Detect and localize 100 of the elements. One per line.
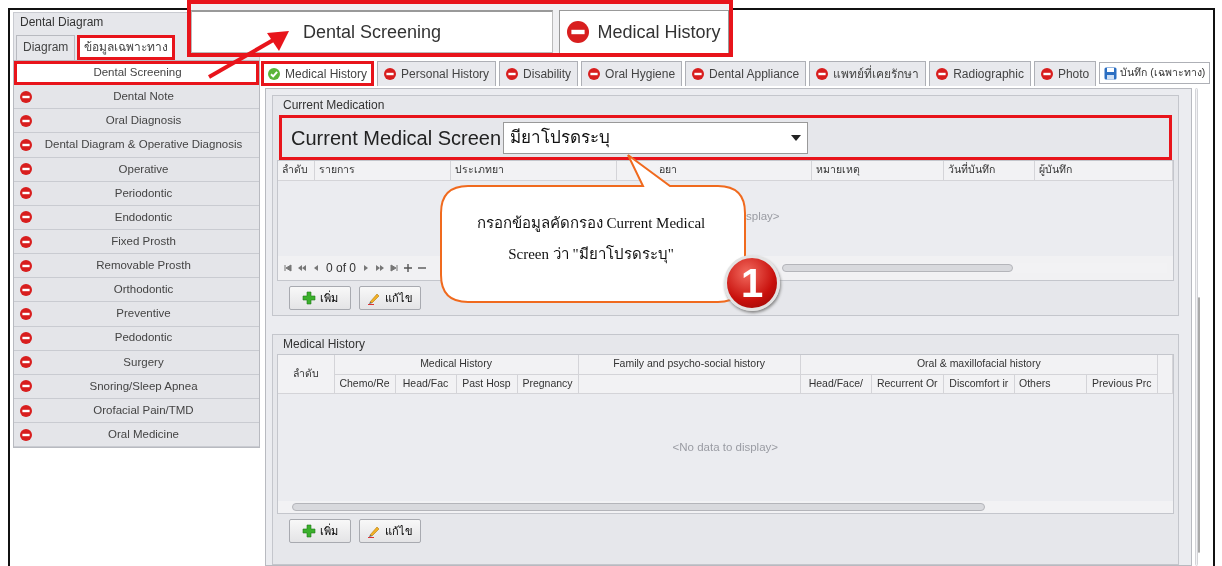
no-entry-icon <box>20 90 32 103</box>
empty-message: <No data to display> <box>672 441 779 454</box>
panel-tab[interactable]: ข้อมูลเฉพาะทาง <box>77 35 176 60</box>
section-tab[interactable]: Dental Appliance <box>685 61 807 86</box>
no-entry-icon <box>1040 68 1053 80</box>
first-page-icon[interactable] <box>284 264 292 272</box>
item-label: Oral Diagnosis <box>104 113 183 129</box>
horizontal-scrollbar[interactable] <box>278 501 1173 513</box>
vertical-scrollbar[interactable] <box>1194 88 1198 566</box>
column-header: หมายเหตุ <box>811 161 944 180</box>
section-tab[interactable]: Disability <box>499 61 579 86</box>
column-header: ลำดับ <box>278 355 334 393</box>
no-entry-icon <box>936 68 949 80</box>
sidebar-item[interactable]: Snoring/Sleep Apnea <box>14 374 259 399</box>
plus-icon <box>302 524 316 538</box>
item-label: Operative <box>117 161 170 177</box>
fast-forward-icon[interactable] <box>376 264 385 272</box>
screen-dropdown[interactable]: มียาโปรดระบุ <box>503 121 808 154</box>
item-label: Dental Diagram & Operative Diagnosis <box>43 137 244 153</box>
sidebar-item[interactable]: Removable Prosth <box>14 254 259 279</box>
sidebar-item[interactable]: Dental Note <box>14 85 259 110</box>
add-button[interactable]: เพิ่ม <box>289 519 351 543</box>
edit-button[interactable]: แก้ไข <box>359 286 421 310</box>
column-header: ลำดับ <box>278 161 315 180</box>
sidebar-item[interactable]: Periodontic <box>14 181 259 206</box>
item-label: Fixed Prosth <box>110 233 177 249</box>
column-group-header: Oral & maxillofacial history <box>800 355 1158 374</box>
no-entry-icon <box>20 187 32 200</box>
item-label: Dental Screening <box>92 64 183 80</box>
no-entry-icon <box>20 356 32 369</box>
rewind-icon[interactable] <box>298 264 306 272</box>
add-icon[interactable] <box>404 264 413 272</box>
no-entry-icon <box>20 307 32 320</box>
sidebar-item[interactable]: Endodontic <box>14 205 259 230</box>
no-entry-icon <box>20 259 32 272</box>
pencil-icon <box>367 524 381 538</box>
no-entry-icon <box>384 68 397 80</box>
section-tab[interactable]: แพทย์ที่เคยรักษา <box>809 61 927 86</box>
no-entry-icon <box>20 114 32 127</box>
column-header: ผู้บันทึก <box>1034 161 1173 180</box>
group-title: Current Medication <box>282 97 386 114</box>
sidebar-item[interactable]: Surgery <box>14 350 259 375</box>
caret-icon <box>791 134 801 141</box>
item-label: Snoring/Sleep Apnea <box>88 378 199 394</box>
column-header: อยา <box>616 161 812 180</box>
column-header: รายการ <box>314 161 451 180</box>
item-label: Oral Medicine <box>107 427 180 443</box>
field-label: Current Medical Screen <box>290 125 503 151</box>
sidebar-item[interactable]: Dental Diagram & Operative Diagnosis <box>14 133 259 158</box>
column-group-header: Family and psycho-social history <box>578 355 801 374</box>
sidebar-item[interactable]: Oral Medicine <box>14 423 259 448</box>
item-label: Pedodontic <box>113 330 174 346</box>
plus-icon <box>302 291 316 305</box>
sidebar-item[interactable]: Pedodontic <box>14 326 259 351</box>
group-title: Medical History <box>282 336 367 353</box>
item-label: Orofacial Pain/TMD <box>92 402 195 418</box>
no-entry-icon <box>20 332 32 345</box>
sidebar-item[interactable]: Operative <box>14 157 259 182</box>
sidebar-item[interactable]: Oral Diagnosis <box>14 109 259 134</box>
item-label: Dental Note <box>112 89 175 105</box>
no-entry-icon <box>20 428 32 441</box>
pager-status: 0 of 0 <box>326 260 357 277</box>
section-tab[interactable]: Medical History <box>261 61 375 86</box>
check-icon <box>268 68 280 80</box>
no-entry-icon <box>588 68 601 80</box>
column-header: วันที่บันทึก <box>943 161 1035 180</box>
add-button[interactable]: เพิ่ม <box>289 286 351 310</box>
item-label: Removable Prosth <box>95 258 192 274</box>
sidebar-item[interactable]: Orofacial Pain/TMD <box>14 398 259 424</box>
no-entry-icon <box>20 139 32 151</box>
last-page-icon[interactable] <box>390 264 399 272</box>
pencil-icon <box>367 291 381 305</box>
section-tab[interactable]: Radiographic <box>929 61 1031 86</box>
sidebar-item[interactable]: Dental Screening <box>14 61 259 86</box>
no-entry-icon <box>20 235 32 248</box>
no-entry-icon <box>20 283 32 296</box>
sidebar-item[interactable]: Orthodontic <box>14 278 259 303</box>
panel-tab[interactable]: Diagram <box>16 35 76 60</box>
save-button[interactable]: บันทึก (เฉพาะทาง) <box>1099 62 1211 84</box>
sidebar-item[interactable]: Preventive <box>14 302 259 327</box>
callout-text: กรอกข้อมูลคัดกรอง Current Medical Screen ว่า "มียาโปรดระบุ" <box>475 214 707 266</box>
section-tab[interactable]: Oral Hygiene <box>581 61 683 86</box>
edit-button[interactable]: แก้ไข <box>359 519 421 543</box>
section-tab[interactable]: Personal History <box>377 61 497 86</box>
previous-icon[interactable] <box>312 264 320 272</box>
empty-message: splay> <box>746 209 780 222</box>
no-entry-icon <box>816 68 829 80</box>
item-label: Preventive <box>115 306 172 322</box>
column-header: ประเภทยา <box>450 161 617 180</box>
no-entry-icon <box>20 211 32 224</box>
item-label: Orthodontic <box>112 282 175 298</box>
no-entry-icon <box>20 404 32 417</box>
sidebar-item[interactable]: Fixed Prosth <box>14 230 259 255</box>
remove-icon[interactable] <box>418 264 427 272</box>
column-group-header: Medical History <box>334 355 579 374</box>
no-entry-icon <box>506 68 519 80</box>
item-label: Endodontic <box>113 209 174 225</box>
section-tab[interactable]: Photo <box>1033 61 1097 86</box>
no-entry-icon <box>20 380 32 393</box>
item-label: Surgery <box>122 354 165 370</box>
